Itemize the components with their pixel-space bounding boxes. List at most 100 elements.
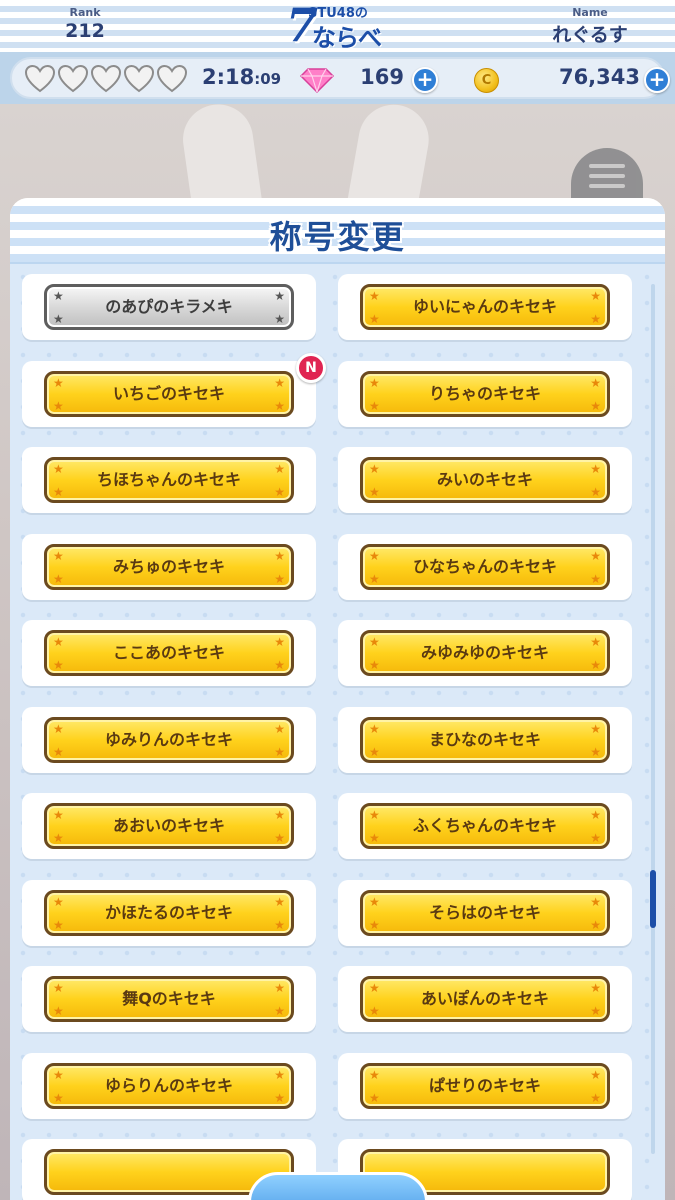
title-list-item[interactable]: ★ ★ ★ ★ ゆみりんのキセキ xyxy=(22,706,316,773)
title-list-item[interactable]: ★ ★ ★ ★ みゆみゆのキセキ xyxy=(338,620,632,686)
hamburger-menu-icon xyxy=(589,164,625,194)
star-icon: ★ xyxy=(53,635,64,649)
title-plate[interactable]: ★ ★ ★ ★ ぱせりのキセキ xyxy=(360,1062,610,1109)
title-label: そらはのキセキ xyxy=(428,902,541,922)
title-plate[interactable]: ★ ★ ★ ★ あおいのキセキ xyxy=(44,803,294,849)
star-icon: ★ xyxy=(53,981,64,995)
title-plate[interactable]: ★ ★ ★ ★ いちごのキセキ xyxy=(44,370,294,417)
title-plate[interactable]: ★ ★ ★ ★ りちゃのキセキ xyxy=(360,370,610,417)
title-list-item[interactable]: ★ ★ ★ ★ ゆらりんのキセキ xyxy=(22,1052,316,1119)
star-icon: ★ xyxy=(274,894,285,909)
star-icon: ★ xyxy=(53,1067,64,1082)
title-list-item[interactable]: ★ ★ ★ ★ ゆいにゃんのキセキ xyxy=(338,274,632,340)
logo-title: ならべ xyxy=(312,24,382,52)
add-coins-button[interactable]: + xyxy=(644,67,670,93)
title-list-item[interactable]: ★ ★ ★ ★ ぱせりのキセキ xyxy=(338,1052,632,1119)
scrollbar-thumb[interactable] xyxy=(650,870,656,928)
title-plate[interactable]: ★ ★ ★ ★ ゆらりんのキセキ xyxy=(44,1062,294,1109)
dialog-bottom-button[interactable] xyxy=(248,1172,428,1200)
title-plate[interactable]: ★ ★ ★ ★ みゆみゆのキセキ xyxy=(360,630,610,676)
star-icon: ★ xyxy=(590,658,601,672)
star-icon: ★ xyxy=(274,1004,285,1018)
star-icon: ★ xyxy=(369,635,380,649)
dialog-header: 称号変更 xyxy=(10,198,665,264)
star-icon: ★ xyxy=(590,398,601,413)
title-plate[interactable]: ★ ★ ★ ★ ちほちゃんのキセキ xyxy=(44,457,294,503)
star-icon: ★ xyxy=(369,744,380,759)
player-name: れぐるす xyxy=(552,24,628,46)
title-list-item[interactable]: ★ ★ ★ ★ まひなのキセキ xyxy=(338,706,632,773)
star-icon: ★ xyxy=(53,658,64,672)
star-icon: ★ xyxy=(590,548,601,563)
star-icon: ★ xyxy=(274,548,285,563)
gem-icon xyxy=(299,68,335,93)
heart-icon xyxy=(57,64,89,93)
title-list-item[interactable]: ★ ★ ★ ★ みちゅのキセキ xyxy=(22,533,316,600)
title-label: 舞Qのキセキ xyxy=(122,989,216,1008)
title-list[interactable]: ★ ★ ★ ★ のあぴのキラメキ ★ ★ ★ ★ ゆいにゃんのキセキ ★ ★ ★ ★ いちごのキセキ N ★ ★ ★… xyxy=(10,264,665,1200)
star-icon: ★ xyxy=(274,375,285,390)
title-plate[interactable]: ★ ★ ★ ★ かほたるのキセキ xyxy=(44,889,294,936)
add-gems-button[interactable]: + xyxy=(412,67,438,93)
heart-icon xyxy=(156,64,188,93)
title-list-item[interactable]: ★ ★ ★ ★ ちほちゃんのキセキ xyxy=(22,447,316,513)
title-plate[interactable]: ★ ★ ★ ★ ゆいにゃんのキセキ xyxy=(360,284,610,330)
star-icon: ★ xyxy=(274,831,285,845)
title-plate[interactable]: ★ ★ ★ ★ ふくちゃんのキセキ xyxy=(360,803,610,849)
title-list-item[interactable]: ★ ★ ★ ★ そらはのキセキ xyxy=(338,879,632,946)
title-list-item[interactable]: ★ ★ ★ ★ みいのキセキ xyxy=(338,447,632,513)
heart-recovery-timer: 2:18:09 xyxy=(202,65,281,89)
star-icon: ★ xyxy=(274,721,285,736)
title-label: みいのキセキ xyxy=(436,470,533,489)
star-icon: ★ xyxy=(369,375,380,390)
title-plate[interactable]: ★ ★ ★ ★ ひなちゃんのキセキ xyxy=(360,543,610,590)
star-icon: ★ xyxy=(590,831,601,845)
star-icon: ★ xyxy=(53,312,64,326)
timer-seconds: :09 xyxy=(254,70,282,88)
star-icon: ★ xyxy=(53,894,64,909)
title-list-item[interactable]: ★ ★ ★ ★ かほたるのキセキ xyxy=(22,879,316,946)
rank-display: Rank 212 xyxy=(40,6,130,42)
title-plate[interactable]: ★ ★ ★ ★ のあぴのキラメキ xyxy=(44,284,294,330)
top-header: Rank 212 7 STU48の ならべ Name れぐるす xyxy=(0,0,675,52)
star-icon: ★ xyxy=(274,571,285,586)
star-icon: ★ xyxy=(590,744,601,759)
star-icon: ★ xyxy=(53,1090,64,1105)
dialog-title: 称号変更 xyxy=(269,218,406,256)
scrollbar-track[interactable] xyxy=(651,284,655,1154)
title-list-item[interactable]: ★ ★ ★ ★ ここあのキセキ xyxy=(22,620,316,686)
star-icon: ★ xyxy=(369,462,380,476)
title-plate[interactable]: ★ ★ ★ ★ みちゅのキセキ xyxy=(44,543,294,590)
star-icon: ★ xyxy=(53,548,64,563)
star-icon: ★ xyxy=(274,398,285,413)
title-list-item[interactable]: ★ ★ ★ ★ ふくちゃんのキセキ xyxy=(338,793,632,859)
title-list-item[interactable]: ★ ★ ★ ★ のあぴのキラメキ xyxy=(22,274,316,340)
heart-icon xyxy=(90,64,122,93)
title-label: のあぴのキラメキ xyxy=(105,297,233,316)
star-icon: ★ xyxy=(53,485,64,499)
title-plate[interactable]: ★ ★ ★ ★ 舞Qのキセキ xyxy=(44,976,294,1022)
title-plate[interactable]: ★ ★ ★ ★ そらはのキセキ xyxy=(360,889,610,936)
star-icon: ★ xyxy=(369,894,380,909)
title-plate[interactable]: ★ ★ ★ ★ みいのキセキ xyxy=(360,457,610,503)
game-logo: 7 STU48の ならべ xyxy=(286,0,396,52)
title-list-item[interactable]: ★ ★ ★ ★ 舞Qのキセキ xyxy=(22,966,316,1032)
title-list-item[interactable]: ★ ★ ★ ★ ひなちゃんのキセキ xyxy=(338,533,632,600)
star-icon: ★ xyxy=(590,808,601,822)
title-list-item[interactable]: ★ ★ ★ ★ あいぽんのキセキ xyxy=(338,966,632,1032)
title-list-item[interactable]: ★ ★ ★ ★ いちごのキセキ N xyxy=(22,352,326,427)
star-icon: ★ xyxy=(369,1067,380,1082)
title-list-item[interactable]: ★ ★ ★ ★ あおいのキセキ xyxy=(22,793,316,859)
star-icon: ★ xyxy=(53,721,64,736)
star-icon: ★ xyxy=(369,398,380,413)
timer-main: 2:18 xyxy=(202,65,255,89)
title-list-item[interactable]: ★ ★ ★ ★ りちゃのキセキ xyxy=(338,360,632,427)
title-plate[interactable]: ★ ★ ★ ★ ゆみりんのキセキ xyxy=(44,716,294,763)
title-plate[interactable]: ★ ★ ★ ★ あいぽんのキセキ xyxy=(360,976,610,1022)
title-plate[interactable]: ★ ★ ★ ★ まひなのキセキ xyxy=(360,716,610,763)
player-name-display: Name れぐるす xyxy=(530,6,650,47)
star-icon: ★ xyxy=(274,658,285,672)
title-plate[interactable]: ★ ★ ★ ★ ここあのキセキ xyxy=(44,630,294,676)
rank-value: 212 xyxy=(65,20,105,42)
star-icon: ★ xyxy=(590,1090,601,1105)
